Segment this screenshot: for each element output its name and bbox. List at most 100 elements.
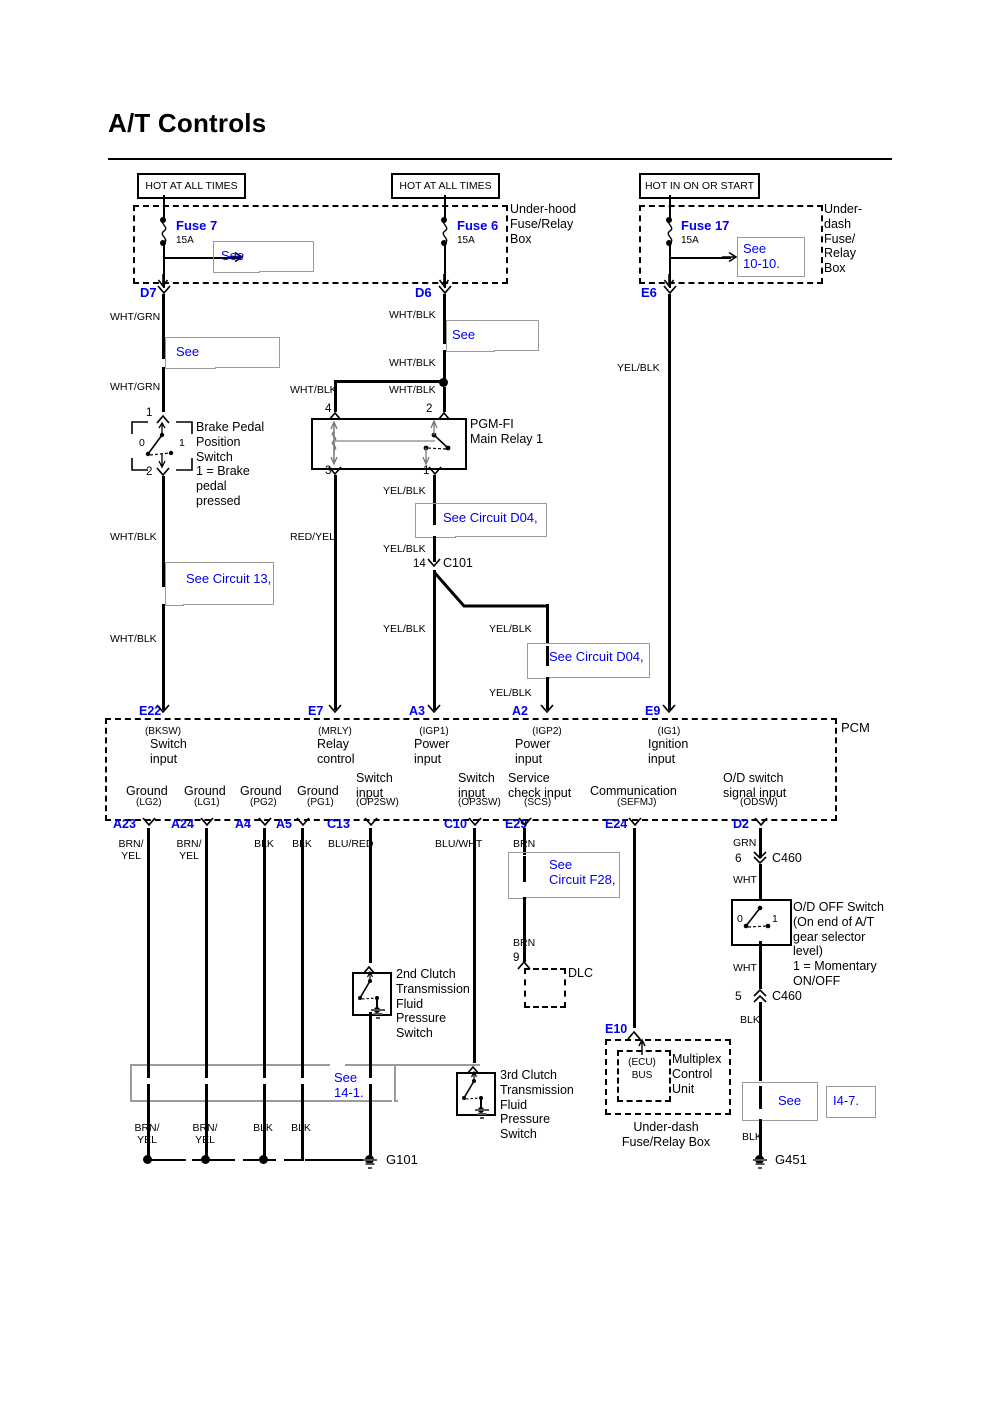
- ground-symbol-icon: [475, 1109, 489, 1119]
- c460-top-pin: 6: [735, 851, 742, 865]
- pcm-terminal-desc-mrly: Relay control: [317, 737, 355, 766]
- terminal-e6: E6: [641, 285, 657, 300]
- reference-see-circuit-d04-b[interactable]: See Circuit D04,: [549, 649, 644, 664]
- ground-bracket-top-right: [345, 1064, 480, 1066]
- wire-label-od-wht-bot: WHT: [733, 962, 757, 974]
- pcm-terminal-a4: A4: [235, 817, 251, 831]
- wire-relay-supply-branch: [334, 380, 444, 383]
- fuse17-rating: 15A: [681, 235, 699, 246]
- c460-bottom-pin: 5: [735, 989, 742, 1003]
- pgm-fi-main-relay-internals: [330, 419, 451, 466]
- arrow-up-icon: [638, 1038, 646, 1055]
- pcm-terminal-code-lg2: (LG2): [136, 797, 162, 808]
- pcm-terminal-a23: A23: [113, 817, 136, 831]
- wire-whtgrn-to-bps: [162, 367, 165, 412]
- wire-dash-segment: [523, 856, 526, 882]
- reference-see-10-10[interactable]: See 10-10.: [743, 241, 780, 272]
- reference-see-circuit-d04-a[interactable]: See Circuit D04,: [443, 510, 538, 525]
- connector-terminal-icon: [328, 704, 342, 714]
- pcm-terminal-c10: C10: [444, 817, 467, 831]
- wire-dash-segment: [162, 565, 165, 587]
- wire-label-yelblk-a3: YEL/BLK: [383, 623, 426, 635]
- wire-c13-to-g101: [369, 1060, 372, 1160]
- ground-bus-seg-1: [150, 1159, 186, 1161]
- reference-see-circuit-13[interactable]: See Circuit 13,: [186, 571, 271, 586]
- pgm-fi-main-relay-label: PGM-FI Main Relay 1: [470, 417, 543, 446]
- arrow-right-icon: [722, 251, 738, 263]
- pcm-terminal-a5: A5: [276, 817, 292, 831]
- reference-see-whtgrn[interactable]: See: [176, 344, 199, 359]
- wire-a5-down: [301, 828, 304, 1060]
- wire-c10-to-clutch3: [473, 828, 476, 1063]
- wire-label-whtblk-d6-2: WHT/BLK: [389, 357, 436, 369]
- pcm-terminal-a3: A3: [409, 704, 425, 718]
- connector-terminal-icon: [540, 704, 554, 714]
- wire-c13-below-switch: [369, 1012, 372, 1060]
- ground-node-dot: [259, 1155, 268, 1164]
- wire-label-yelblk-relay1: YEL/BLK: [383, 485, 426, 497]
- od-off-switch-label: O/D OFF Switch (On end of A/T gear selec…: [793, 900, 884, 988]
- wire-label-whtgrn-1: WHT/GRN: [110, 311, 161, 323]
- wire-a4-down: [263, 828, 266, 1060]
- reference-bracket-right-bot: [494, 337, 539, 351]
- pcm-terminal-code-sefmj: (SEFMJ): [617, 797, 657, 808]
- wire-label-whtblk-d6-1: WHT/BLK: [389, 309, 436, 321]
- ground-bus-seg-3: [267, 1159, 276, 1161]
- wire-gap: [261, 1078, 268, 1084]
- ground-symbol-icon: [753, 1159, 767, 1169]
- ground-bus-seg-1b: [192, 1159, 201, 1161]
- reference-see-14-1[interactable]: See 14-1.: [334, 1070, 364, 1101]
- pcm-terminal-code-pg2: (PG2): [250, 797, 277, 808]
- reference-see-g451[interactable]: See: [778, 1093, 801, 1108]
- reference-see-whtblk-d6[interactable]: See: [452, 327, 475, 342]
- ground-bus-seg-2: [209, 1159, 235, 1161]
- ground-symbol-icon: [363, 1159, 377, 1169]
- connector-terminal-icon: [427, 704, 441, 714]
- pcm-terminal-d2: D2: [733, 817, 749, 831]
- pcm-terminal-code-odsw: (ODSW): [740, 797, 778, 808]
- brake-switch-pos-1: 1: [179, 437, 185, 449]
- reference-see-fuse7[interactable]: See: [221, 248, 244, 263]
- wire-c460-to-od-switch: [759, 864, 762, 900]
- c460-top-label: C460: [772, 851, 802, 865]
- under-dash-fuse-relay-box-label: Under- dash Fuse/ Relay Box: [824, 202, 863, 275]
- reference-14-7[interactable]: I4-7.: [833, 1093, 859, 1108]
- wire-relay3-to-e7: [334, 475, 337, 710]
- wire-label-c13: BLU/RED: [328, 838, 374, 850]
- pcm-terminal-code-pg1: (PG1): [307, 797, 334, 808]
- reference-see-circuit-f28[interactable]: See Circuit F28,: [549, 857, 615, 888]
- power-source-label: HOT AT ALL TIMES: [145, 179, 238, 192]
- wire-label-dlc-brn: BRN: [513, 937, 536, 949]
- wire-a4-to-g101: [263, 1060, 266, 1160]
- wire-e24-to-multiplex: [633, 828, 636, 1028]
- connector-inline-icon: [753, 988, 767, 1003]
- connector-inline-icon: [753, 851, 767, 865]
- ground-bracket-right-edge: [394, 1064, 396, 1102]
- ground-bracket-left-edge: [130, 1064, 132, 1102]
- ground-node-dot: [201, 1155, 210, 1164]
- pcm-terminal-a2: A2: [512, 704, 528, 718]
- brake-switch-pin-bottom: 2: [146, 466, 153, 478]
- od-switch-pos-0: 0: [737, 913, 743, 925]
- reference-bracket-right-bot: [215, 354, 280, 368]
- clutch3-pressure-switch-symbol: [462, 1070, 484, 1113]
- relay-pin-2: 2: [426, 403, 433, 415]
- od-switch-pos-1: 1: [772, 913, 778, 925]
- wire-dash-segment: [162, 345, 165, 359]
- wire-label-g101-2: BRN/ YEL: [192, 1122, 218, 1147]
- under-hood-fuse-relay-box-label: Under-hood Fuse/Relay Box: [510, 202, 577, 246]
- ecu-bus-label: (ECU) BUS: [628, 1057, 656, 1081]
- fuse6-label: Fuse 6: [457, 218, 499, 233]
- clutch2-pressure-switch-symbol: [358, 970, 380, 1013]
- ground-g451-label: G451: [775, 1152, 807, 1167]
- c101-pin: 14: [413, 558, 426, 570]
- fuse17-label: Fuse 17: [681, 218, 730, 233]
- pcm-terminal-code-lg1: (LG1): [194, 797, 220, 808]
- wire-od-switch-out: [759, 941, 762, 989]
- fuse7-label: Fuse 7: [176, 218, 218, 233]
- clutch3-pressure-switch-label: 3rd Clutch Transmission Fluid Pressure S…: [500, 1068, 574, 1141]
- brake-switch-pos-0: 0: [139, 437, 145, 449]
- header-divider: [108, 158, 892, 160]
- connector-terminal-icon: [156, 704, 170, 714]
- pcm-terminal-e24: E24: [605, 817, 628, 831]
